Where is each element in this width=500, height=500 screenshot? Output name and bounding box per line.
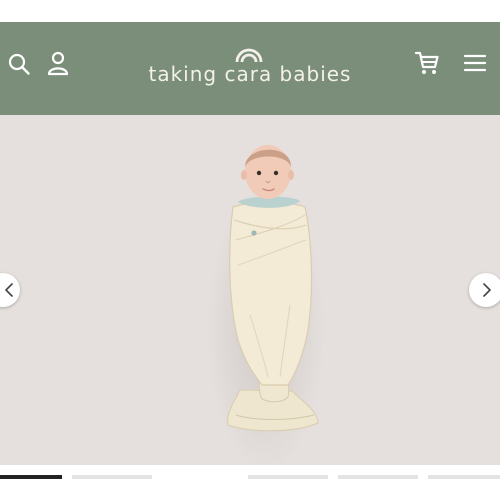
thumbnail-5[interactable] bbox=[428, 475, 500, 479]
swaddled-baby-photo bbox=[227, 145, 319, 432]
carousel-thumbnails bbox=[0, 465, 500, 500]
rainbow-icon[interactable] bbox=[233, 42, 265, 62]
thumbnail-3[interactable] bbox=[248, 475, 328, 479]
top-whitespace bbox=[0, 0, 500, 22]
chevron-left-icon bbox=[5, 283, 13, 297]
chevron-right-icon bbox=[483, 283, 491, 297]
site-header: taking cara babies bbox=[0, 22, 500, 115]
thumbnail-4[interactable] bbox=[338, 475, 418, 479]
cart-icon[interactable] bbox=[414, 50, 440, 76]
thumbnail-2[interactable] bbox=[72, 475, 152, 479]
carousel-next-button[interactable] bbox=[469, 273, 500, 307]
thumbnail-1[interactable] bbox=[0, 475, 62, 479]
hamburger-menu-icon[interactable] bbox=[464, 53, 486, 73]
product-image-carousel bbox=[0, 115, 500, 465]
